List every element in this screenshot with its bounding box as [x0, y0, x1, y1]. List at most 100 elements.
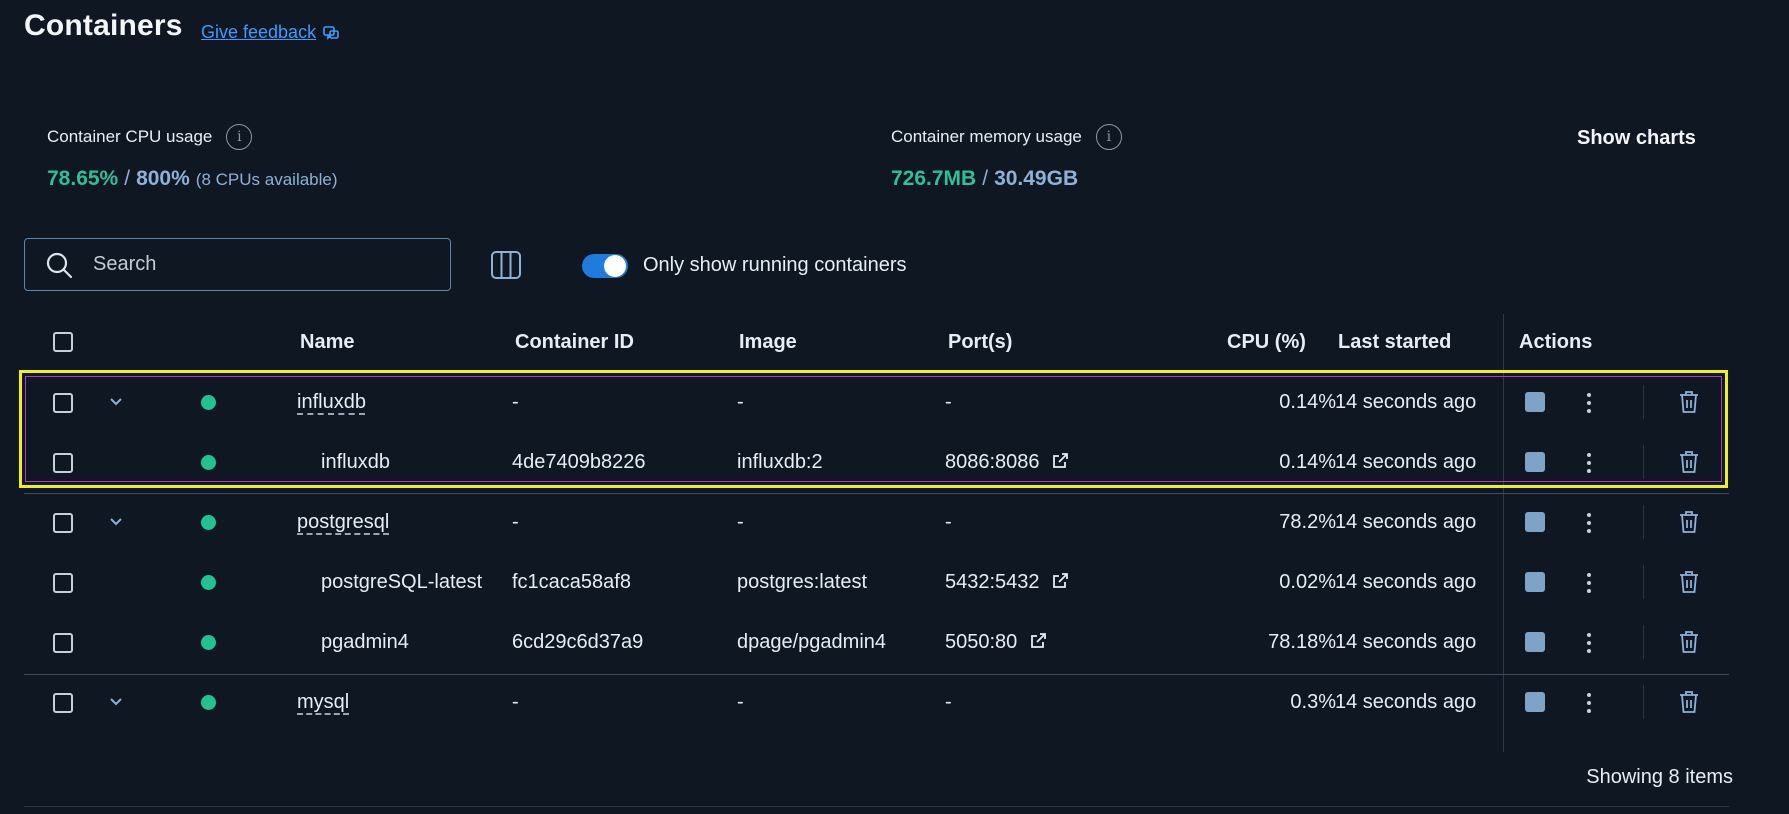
container-name[interactable]: postgreSQL-latest: [321, 571, 482, 594]
row-checkbox[interactable]: [53, 513, 73, 533]
stop-icon[interactable]: [1525, 692, 1545, 712]
stop-icon[interactable]: [1525, 452, 1545, 472]
give-feedback-link[interactable]: Give feedback: [201, 22, 340, 43]
action-separator: [1643, 505, 1644, 539]
row-checkbox[interactable]: [53, 573, 73, 593]
container-name[interactable]: influxdb: [321, 451, 390, 474]
trash-icon[interactable]: [1678, 630, 1700, 654]
search-icon: [46, 252, 73, 278]
more-vertical-icon[interactable]: [1585, 630, 1593, 656]
container-ports-group: 5050:80: [945, 631, 1047, 654]
column-header-name[interactable]: Name: [300, 331, 354, 354]
container-ports: -: [945, 691, 952, 713]
container-ports[interactable]: 8086:8086: [945, 451, 1040, 473]
column-header-container-id[interactable]: Container ID: [515, 331, 634, 354]
chevron-down-icon[interactable]: [108, 394, 124, 410]
container-id: fc1caca58af8: [512, 571, 631, 593]
more-vertical-icon[interactable]: [1585, 450, 1593, 476]
row-checkbox[interactable]: [53, 633, 73, 653]
stop-icon[interactable]: [1525, 572, 1545, 592]
trash-icon[interactable]: [1678, 510, 1700, 534]
stop-icon[interactable]: [1525, 512, 1545, 532]
container-cpu: 0.14%: [1279, 451, 1336, 473]
row-checkbox[interactable]: [53, 393, 73, 413]
table-row[interactable]: mysql - - - 0.3% 14 seconds ago: [24, 673, 1729, 733]
external-link-icon[interactable]: [1029, 632, 1047, 650]
container-ports-group: 5432:5432: [945, 571, 1069, 594]
action-separator: [1643, 445, 1644, 479]
cpu-usage-label-group: Container CPU usage i: [47, 124, 253, 150]
action-separator: [1643, 685, 1644, 719]
container-last-started: 14 seconds ago: [1335, 631, 1477, 653]
container-image: influxdb:2: [737, 451, 823, 473]
cpu-used: 78.65%: [47, 167, 119, 190]
cpu-usage-label: Container CPU usage: [47, 127, 213, 146]
search-input[interactable]: [91, 252, 395, 277]
row-checkbox[interactable]: [53, 693, 73, 713]
table-row[interactable]: postgreSQL-latest fc1caca58af8 postgres:…: [24, 553, 1729, 613]
container-ports: -: [945, 391, 952, 413]
container-last-started: 14 seconds ago: [1335, 391, 1477, 413]
memory-usage-value: 726.7MB / 30.49GB: [891, 167, 1078, 191]
more-vertical-icon[interactable]: [1585, 690, 1593, 716]
container-image: -: [737, 391, 744, 413]
trash-icon[interactable]: [1678, 390, 1700, 414]
external-link-icon[interactable]: [1051, 572, 1069, 590]
footer-divider: [24, 806, 1729, 807]
feedback-icon: [323, 25, 339, 40]
stop-icon[interactable]: [1525, 632, 1545, 652]
container-last-started: 14 seconds ago: [1335, 691, 1477, 713]
cpu-sep: /: [124, 167, 131, 190]
more-vertical-icon[interactable]: [1585, 510, 1593, 536]
cpu-total: 800%: [136, 167, 190, 190]
container-image: postgres:latest: [737, 571, 868, 593]
containers-page: Containers Give feedback Container CPU u…: [0, 0, 1789, 814]
column-header-last-started[interactable]: Last started: [1338, 331, 1451, 354]
table-row[interactable]: pgadmin4 6cd29c6d37a9 dpage/pgadmin4 505…: [24, 613, 1729, 673]
columns-icon[interactable]: [490, 249, 522, 281]
container-name[interactable]: influxdb: [297, 391, 366, 414]
info-icon[interactable]: i: [1095, 124, 1122, 150]
memory-sep: /: [982, 167, 989, 190]
memory-usage-label-group: Container memory usage i: [891, 124, 1122, 150]
external-link-icon[interactable]: [1051, 452, 1069, 470]
search-box[interactable]: [24, 238, 451, 291]
column-header-cpu[interactable]: CPU (%): [1227, 331, 1306, 354]
container-last-started: 14 seconds ago: [1335, 571, 1477, 593]
table-row[interactable]: influxdb - - - 0.14% 14 seconds ago: [24, 373, 1729, 433]
more-vertical-icon[interactable]: [1585, 570, 1593, 596]
table-row[interactable]: influxdb 4de7409b8226 influxdb:2 8086:80…: [24, 433, 1729, 493]
more-vertical-icon[interactable]: [1585, 390, 1593, 416]
column-header-ports[interactable]: Port(s): [948, 331, 1012, 354]
table-row[interactable]: postgresql - - - 78.2% 14 seconds ago: [24, 493, 1729, 553]
status-running-dot: [201, 575, 216, 590]
container-id: 4de7409b8226: [512, 451, 646, 473]
column-header-image[interactable]: Image: [739, 331, 797, 354]
container-name[interactable]: postgresql: [297, 511, 389, 534]
column-header-actions: Actions: [1519, 331, 1593, 353]
table-header: Name Container ID Image Port(s) CPU (%) …: [24, 314, 1729, 370]
container-name[interactable]: pgadmin4: [321, 631, 409, 654]
container-cpu: 78.18%: [1268, 631, 1336, 653]
give-feedback-label: Give feedback: [201, 22, 317, 42]
container-id: -: [512, 691, 519, 713]
show-charts-button[interactable]: Show charts: [1577, 127, 1696, 150]
container-name[interactable]: mysql: [297, 691, 349, 714]
row-checkbox[interactable]: [53, 453, 73, 473]
running-only-toggle[interactable]: [582, 254, 628, 278]
container-last-started: 14 seconds ago: [1335, 511, 1477, 533]
chevron-down-icon[interactable]: [108, 514, 124, 530]
container-id: -: [512, 391, 519, 413]
container-ports[interactable]: 5432:5432: [945, 571, 1040, 593]
select-all-checkbox[interactable]: [53, 332, 73, 352]
container-ports[interactable]: 5050:80: [945, 631, 1017, 653]
trash-icon[interactable]: [1678, 690, 1700, 714]
memory-usage-label: Container memory usage: [891, 127, 1082, 146]
chevron-down-icon[interactable]: [108, 694, 124, 710]
trash-icon[interactable]: [1678, 450, 1700, 474]
stop-icon[interactable]: [1525, 392, 1545, 412]
info-icon[interactable]: i: [226, 124, 253, 150]
cpu-usage-value: 78.65% / 800% (8 CPUs available): [47, 167, 338, 191]
container-id: 6cd29c6d37a9: [512, 631, 644, 653]
trash-icon[interactable]: [1678, 570, 1700, 594]
